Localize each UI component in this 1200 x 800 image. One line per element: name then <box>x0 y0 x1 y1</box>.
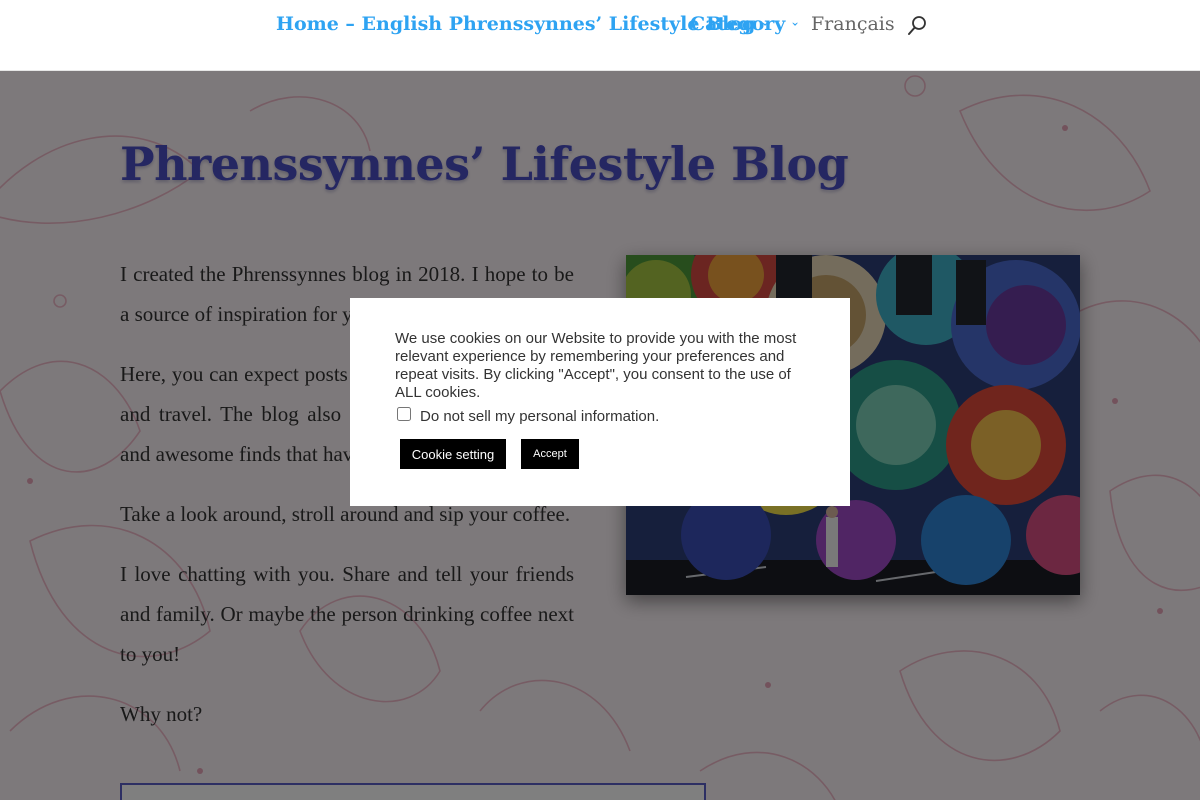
cookie-consent-text: We use cookies on our Website to provide… <box>395 330 797 401</box>
site-header: Home – English Phrenssynnes’ Lifestyle B… <box>0 0 1200 71</box>
accept-button[interactable]: Accept <box>521 439 579 469</box>
nav-item-francais[interactable]: Français <box>811 10 895 38</box>
nav-item-category[interactable]: Category › <box>690 10 803 38</box>
do-not-sell-label: Do not sell my personal information. <box>420 408 660 425</box>
chevron-down-icon: › <box>788 21 803 27</box>
nav-item-home-label: Home – English Phrenssynnes’ Lifestyle B… <box>276 13 756 35</box>
nav-item-francais-label: Français <box>811 13 895 35</box>
cookie-setting-button[interactable]: Cookie setting <box>400 439 506 469</box>
nav-item-category-label: Category <box>690 13 786 35</box>
search-icon[interactable] <box>906 14 928 38</box>
do-not-sell-checkbox[interactable] <box>397 407 411 421</box>
cookie-consent-dialog: We use cookies on our Website to provide… <box>350 298 850 506</box>
